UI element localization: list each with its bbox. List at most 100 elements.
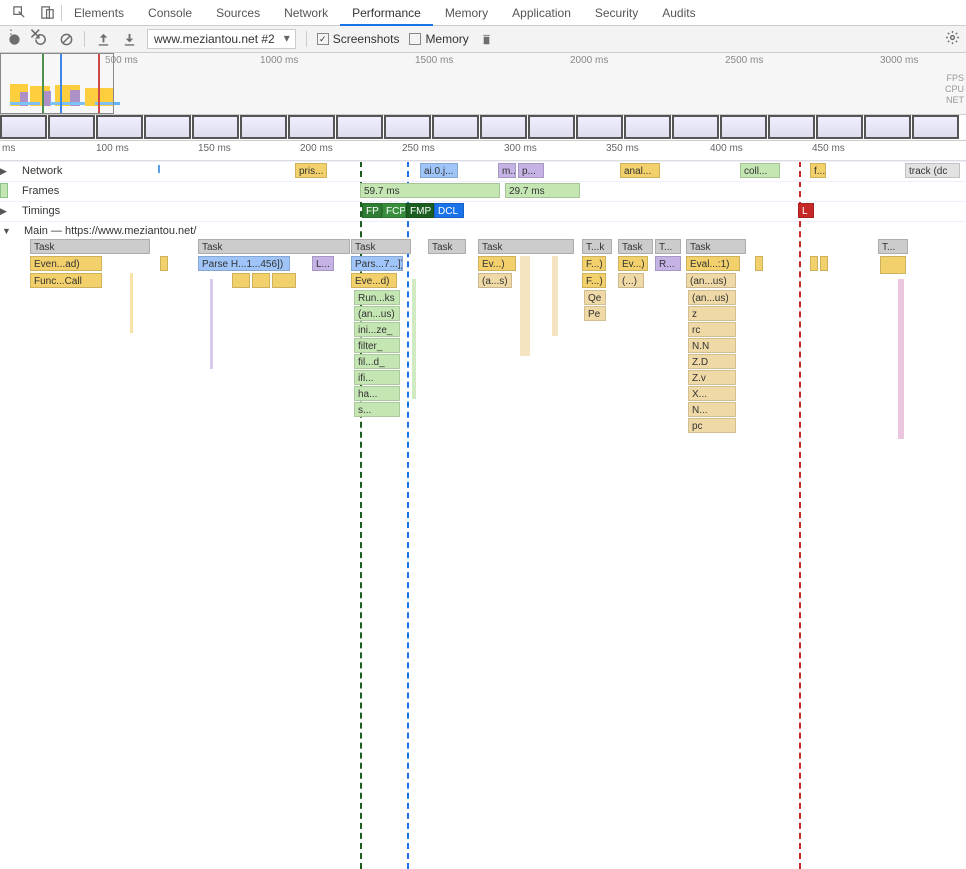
- flame-bar[interactable]: (an...us): [686, 273, 736, 288]
- download-icon[interactable]: [121, 31, 137, 47]
- screenshot-frame[interactable]: [0, 115, 47, 139]
- clear-icon[interactable]: [58, 31, 74, 47]
- network-request-bar[interactable]: pris...: [295, 163, 327, 178]
- timing-mark-l[interactable]: L: [798, 203, 814, 218]
- flame-bar[interactable]: Even...ad): [30, 256, 102, 271]
- flame-bar[interactable]: z: [688, 306, 736, 321]
- tab-audits[interactable]: Audits: [650, 0, 707, 26]
- timing-mark-fp[interactable]: FP: [362, 203, 382, 218]
- flame-bar[interactable]: N...: [688, 402, 736, 417]
- screenshot-frame[interactable]: [864, 115, 911, 139]
- flame-bar[interactable]: (an...us): [688, 290, 736, 305]
- flame-bar[interactable]: Ev...): [618, 256, 648, 271]
- timeline-axis[interactable]: ms100 ms150 ms200 ms250 ms300 ms350 ms40…: [0, 141, 966, 161]
- flame-bar[interactable]: s...: [354, 402, 400, 417]
- screenshot-frame[interactable]: [720, 115, 767, 139]
- flame-bar[interactable]: (...): [618, 273, 644, 288]
- tab-performance[interactable]: Performance: [340, 0, 433, 26]
- task-bar[interactable]: Task: [351, 239, 411, 254]
- recording-select[interactable]: www.meziantou.net #2: [147, 29, 296, 49]
- reload-icon[interactable]: [32, 31, 48, 47]
- flame-bar[interactable]: rc: [688, 322, 736, 337]
- flame-bar[interactable]: L...: [312, 256, 334, 271]
- flame-bar[interactable]: pc: [688, 418, 736, 433]
- screenshot-frame[interactable]: [672, 115, 719, 139]
- tab-console[interactable]: Console: [136, 0, 204, 26]
- flame-bar[interactable]: Qe: [584, 290, 606, 305]
- task-bar[interactable]: Task: [198, 239, 350, 254]
- screenshot-frame[interactable]: [528, 115, 575, 139]
- network-request-bar[interactable]: coll...: [740, 163, 780, 178]
- network-request-bar[interactable]: ai.0.j...: [420, 163, 458, 178]
- screenshot-frame[interactable]: [912, 115, 959, 139]
- flame-bar[interactable]: Pars...7...]): [351, 256, 403, 271]
- screenshot-frame[interactable]: [96, 115, 143, 139]
- upload-icon[interactable]: [95, 31, 111, 47]
- device-icon[interactable]: [39, 5, 55, 21]
- flame-bar[interactable]: Pe: [584, 306, 606, 321]
- network-request-bar[interactable]: anal...: [620, 163, 660, 178]
- gear-icon[interactable]: [944, 30, 960, 46]
- screenshot-frame[interactable]: [432, 115, 479, 139]
- main-flame-chart[interactable]: TaskTaskTaskTaskTaskT...kTaskT...TaskT..…: [0, 239, 966, 519]
- network-request-bar[interactable]: p...: [518, 163, 544, 178]
- flame-bar[interactable]: Func...Call: [30, 273, 102, 288]
- screenshot-frame[interactable]: [192, 115, 239, 139]
- flame-bar[interactable]: F...): [582, 256, 606, 271]
- flame-bar[interactable]: fil...d_: [354, 354, 400, 369]
- task-bar[interactable]: Task: [618, 239, 653, 254]
- flame-bar[interactable]: X...: [688, 386, 736, 401]
- screenshot-filmstrip[interactable]: [0, 115, 966, 141]
- frame-bar[interactable]: 59.7 ms: [360, 183, 500, 198]
- tab-application[interactable]: Application: [500, 0, 583, 26]
- frame-bar[interactable]: 29.7 ms: [505, 183, 580, 198]
- screenshot-frame[interactable]: [768, 115, 815, 139]
- flame-bar[interactable]: Eve...d): [351, 273, 397, 288]
- timing-mark-dcl[interactable]: DCL: [434, 203, 464, 218]
- tab-elements[interactable]: Elements: [62, 0, 136, 26]
- network-track[interactable]: ▶Network pris...ai.0.j...m...p...anal...…: [0, 161, 966, 181]
- flame-bar[interactable]: (an...us): [354, 306, 400, 321]
- screenshots-checkbox[interactable]: ✓Screenshots: [317, 32, 400, 46]
- task-bar[interactable]: Task: [478, 239, 574, 254]
- task-bar[interactable]: Task: [428, 239, 466, 254]
- screenshot-frame[interactable]: [816, 115, 863, 139]
- flame-bar[interactable]: Z.D: [688, 354, 736, 369]
- tab-memory[interactable]: Memory: [433, 0, 500, 26]
- flame-bar[interactable]: Eval...:1): [686, 256, 740, 271]
- screenshot-frame[interactable]: [336, 115, 383, 139]
- timing-mark-fmp[interactable]: FMP: [406, 203, 434, 218]
- timings-track[interactable]: ▶Timings FPFCPFMPDCLL: [0, 201, 966, 221]
- overview-selection-handle[interactable]: [0, 53, 114, 114]
- frame-bar[interactable]: [0, 183, 8, 198]
- flame-bar[interactable]: ini...ze_: [354, 322, 400, 337]
- flame-bar[interactable]: ifi...: [354, 370, 400, 385]
- screenshot-frame[interactable]: [144, 115, 191, 139]
- flame-bar[interactable]: ha...: [354, 386, 400, 401]
- task-bar[interactable]: T...: [655, 239, 681, 254]
- network-request-bar[interactable]: f...: [810, 163, 826, 178]
- screenshot-frame[interactable]: [480, 115, 527, 139]
- overview-pane[interactable]: 500 ms1000 ms1500 ms2000 ms2500 ms3000 m…: [0, 53, 966, 115]
- screenshot-frame[interactable]: [288, 115, 335, 139]
- flame-bar[interactable]: Run...ks: [354, 290, 400, 305]
- network-request-bar[interactable]: m...: [498, 163, 516, 178]
- timing-mark-fcp[interactable]: FCP: [382, 203, 406, 218]
- flame-bar[interactable]: Ev...): [478, 256, 516, 271]
- flame-bar[interactable]: F...): [582, 273, 606, 288]
- screenshot-frame[interactable]: [48, 115, 95, 139]
- frames-track[interactable]: ▶Frames 59.7 ms29.7 ms: [0, 181, 966, 201]
- task-bar[interactable]: T...: [878, 239, 908, 254]
- memory-checkbox[interactable]: Memory: [409, 32, 468, 46]
- flame-bar[interactable]: (a...s): [478, 273, 512, 288]
- record-icon[interactable]: [6, 31, 22, 47]
- flame-bar[interactable]: N.N: [688, 338, 736, 353]
- task-bar[interactable]: Task: [686, 239, 746, 254]
- flame-bar[interactable]: Z.v: [688, 370, 736, 385]
- screenshot-frame[interactable]: [624, 115, 671, 139]
- network-request-bar[interactable]: track (dc: [905, 163, 960, 178]
- flame-bar[interactable]: Parse H...1...456]): [198, 256, 290, 271]
- inspect-icon[interactable]: [11, 5, 27, 21]
- flame-bar[interactable]: R...: [655, 256, 681, 271]
- main-track-header[interactable]: ▼Main — https://www.meziantou.net/: [0, 221, 966, 239]
